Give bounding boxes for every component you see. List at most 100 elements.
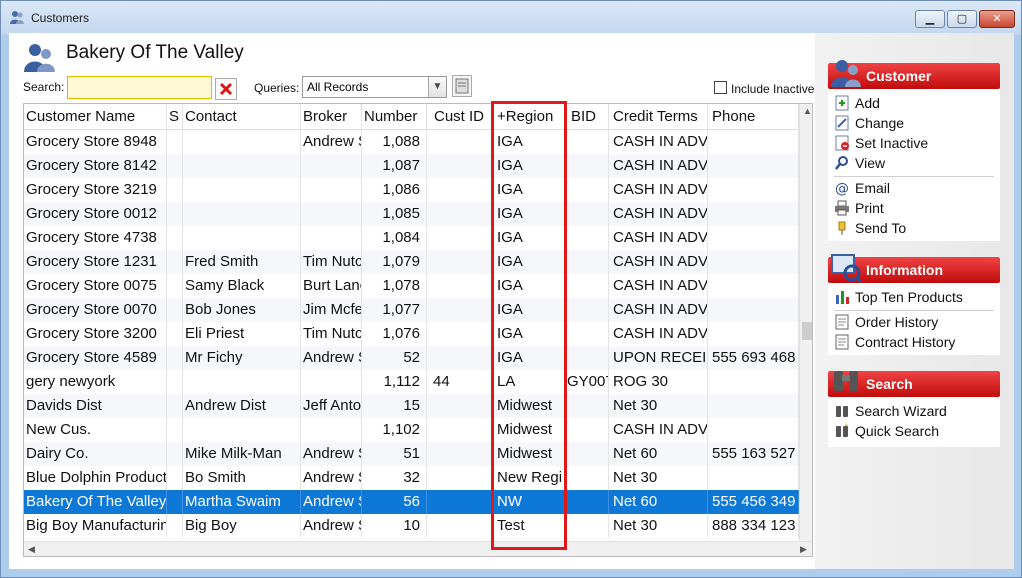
col-broker[interactable]: Broker [301,104,362,130]
col-customer-name[interactable]: Customer Name [24,104,167,130]
cell-bid [567,418,609,442]
add-customer-link[interactable]: Add [834,93,880,113]
horizontal-scrollbar[interactable]: ◀ ▶ [24,541,812,556]
cell-credit-terms: Net 60 [609,490,708,514]
table-row[interactable]: Dairy Co. Mike Milk-Man Andrew S 51 Midwest N… [24,442,799,466]
col-region[interactable]: +Region [493,104,567,130]
cell-cust-id [427,226,493,250]
table-row[interactable]: Grocery Store 4589 Mr Fichy Andrew S 52 IGA U… [24,346,799,370]
close-button[interactable]: ✕ [979,10,1015,28]
query-settings-button[interactable] [452,75,472,97]
cell-broker: Tim Nutc [301,250,362,274]
main-pane: Bakery Of The Valley Search: Queries: Al… [9,33,815,569]
search-label: Search: [23,80,65,94]
email-link[interactable]: @ Email [834,178,890,198]
col-s[interactable]: S [167,104,183,130]
cell-s [167,418,183,442]
cell-broker [301,418,362,442]
table-row[interactable]: Grocery Store 8948 Andrew S 1,088 IGA CASH I… [24,130,799,154]
table-row[interactable]: Grocery Store 0070 Bob Jones Jim Mcfe 1,077… [24,298,799,322]
send-to-link[interactable]: Send To [834,218,906,238]
cell-phone [708,370,799,394]
cell-region: LA [493,370,567,394]
change-customer-link[interactable]: Change [834,113,904,133]
bar-chart-icon [836,291,849,304]
vertical-scrollbar[interactable]: ▲ [799,104,812,541]
cell-contact: Fred Smith [183,250,301,274]
scroll-right-icon[interactable]: ▶ [800,544,807,555]
cell-number: 1,076 [362,322,427,346]
cell-phone [708,154,799,178]
cell-broker: Andrew S [301,466,362,490]
cell-broker: Jim Mcfe [301,298,362,322]
search-wizard-link[interactable]: Search Wizard [834,401,947,421]
task-sidebar: Customer Add Change Set Inactive View @ … [815,33,1014,569]
col-credit-terms[interactable]: Credit Terms [609,104,708,130]
view-customer-link[interactable]: View [834,153,885,173]
contract-history-link[interactable]: Contract History [834,332,955,352]
col-phone[interactable]: Phone [708,104,799,130]
queries-select[interactable]: All Records ▼ [302,76,447,98]
cell-bid [567,274,609,298]
minimize-button[interactable]: ▁ [915,10,945,28]
chevron-down-icon[interactable]: ▼ [428,77,446,97]
cell-credit-terms: Net 30 [609,466,708,490]
search-panel: Search Search Wizard Quick Search [828,371,1000,447]
cell-phone [708,394,799,418]
cell-broker [301,202,362,226]
search-input[interactable] [67,76,212,99]
table-row[interactable]: Grocery Store 4738 1,084 IGA CASH IN ADVA [24,226,799,250]
col-contact[interactable]: Contact [183,104,301,130]
maximize-button[interactable]: ▢ [947,10,977,28]
cell-number: 51 [362,442,427,466]
table-row[interactable]: New Cus. 1,102 Midwest CASH IN ADVA [24,418,799,442]
order-history-link[interactable]: Order History [834,312,938,332]
col-cust-id[interactable]: Cust ID [427,104,493,130]
email-label: Email [855,180,891,196]
cell-contact: Mr Fichy [183,346,301,370]
table-row[interactable]: Blue Dolphin Product Bo Smith Andrew S 32 Ne… [24,466,799,490]
table-row[interactable]: Grocery Store 0012 1,085 IGA CASH IN ADVA [24,202,799,226]
col-number[interactable]: Number [362,104,427,130]
cell-number: 10 [362,514,427,538]
quick-search-link[interactable]: Quick Search [834,421,939,441]
cell-number: 56 [362,490,427,514]
cell-number: 1,077 [362,298,427,322]
cell-broker: Tim Nutc [301,322,362,346]
cell-s [167,226,183,250]
scroll-left-icon[interactable]: ◀ [28,544,35,555]
cell-cust-id [427,418,493,442]
cell-phone [708,130,799,154]
cell-region: IGA [493,226,567,250]
scroll-up-icon[interactable]: ▲ [803,106,812,116]
set-inactive-link[interactable]: Set Inactive [834,133,928,153]
col-bid[interactable]: BID [567,104,609,130]
cell-region: IGA [493,130,567,154]
table-row[interactable]: Big Boy Manufacturin Big Boy Andrew S 10 Tes… [24,514,799,538]
customers-grid[interactable]: Customer Name S Contact Broker Number Cu… [23,103,813,557]
cell-contact: Mike Milk-Man [183,442,301,466]
table-row[interactable]: Bakery Of The Valley Martha Swaim Andrew S… [24,490,799,514]
cell-s [167,154,183,178]
clear-x-icon [219,82,233,96]
vertical-scroll-thumb[interactable] [802,322,812,340]
top-ten-products-link[interactable]: Top Ten Products [834,287,963,307]
table-row[interactable]: Grocery Store 0075 Samy Black Burt Lanc 1,0… [24,274,799,298]
include-inactive-checkbox[interactable] [714,81,727,94]
table-row[interactable]: Grocery Store 8142 1,087 IGA CASH IN ADVA [24,154,799,178]
table-row[interactable]: Grocery Store 1231 Fred Smith Tim Nutc 1,07… [24,250,799,274]
clear-search-button[interactable] [215,78,237,100]
query-edit-icon [455,78,469,94]
table-row[interactable]: Davids Dist Andrew Dist Jeff Anto 15 Midwest… [24,394,799,418]
cell-bid [567,394,609,418]
table-row[interactable]: gery newyork 1,11244LAGY007ROG 30 [24,370,799,394]
cell-customer-name: Dairy Co. [24,442,167,466]
cell-phone [708,298,799,322]
cell-bid [567,202,609,226]
queries-value: All Records [307,80,369,94]
print-link[interactable]: Print [834,198,884,218]
table-row[interactable]: Grocery Store 3200 Eli Priest Tim Nutc 1,07… [24,322,799,346]
table-row[interactable]: Grocery Store 3219 1,086 IGA CASH IN ADVA [24,178,799,202]
edit-icon [835,115,849,131]
cell-s [167,298,183,322]
